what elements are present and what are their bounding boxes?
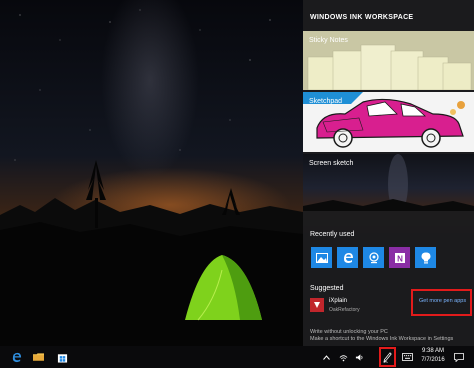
sketchpad-label: Sketchpad: [309, 98, 343, 105]
camera-icon[interactable]: [363, 247, 384, 268]
ink-settings-shortcut-text[interactable]: Make a shortcut to the Windows Ink Works…: [310, 336, 453, 342]
suggested-app-name[interactable]: iXplain: [329, 298, 347, 304]
suggested-label: Suggested: [310, 285, 344, 292]
clock-date[interactable]: 7/7/2016: [418, 357, 448, 363]
onenote-icon[interactable]: N: [389, 247, 410, 268]
panel-title: WINDOWS INK WORKSPACE: [310, 14, 414, 21]
sticky-notes-tile[interactable]: Sticky Notes: [303, 31, 474, 90]
clock-time[interactable]: 9:38 AM: [418, 348, 448, 354]
volume-icon[interactable]: [352, 346, 366, 368]
ink-workspace-panel: WINDOWS INK WORKSPACE Sticky Notes Sketc…: [303, 0, 474, 346]
ixplain-icon[interactable]: [310, 298, 324, 312]
sticky-notes-label: Sticky Notes: [309, 37, 348, 44]
sketchpad-tile[interactable]: Sketchpad: [303, 92, 474, 152]
edge-icon[interactable]: [337, 247, 358, 268]
file-explorer-icon[interactable]: [28, 346, 48, 368]
network-icon[interactable]: [336, 346, 350, 368]
photos-icon[interactable]: [311, 247, 332, 268]
screen-sketch-tile[interactable]: Screen sketch: [303, 154, 474, 211]
screen-sketch-label: Screen sketch: [309, 160, 354, 167]
svg-text:N: N: [397, 254, 403, 263]
recently-used-label: Recently used: [310, 231, 355, 238]
get-more-highlight-box: [411, 289, 472, 316]
action-center-icon[interactable]: [452, 346, 466, 368]
store-icon[interactable]: [52, 346, 72, 368]
taskbar: 9:38 AM 7/7/2016: [0, 346, 474, 368]
pen-icon-highlight-box: [379, 347, 396, 367]
suggested-app-publisher: OakRefactory: [329, 307, 360, 313]
tips-icon[interactable]: [415, 247, 436, 268]
write-without-unlocking-link[interactable]: Write without unlocking your PC: [310, 329, 388, 335]
chevron-up-icon[interactable]: [320, 346, 332, 368]
keyboard-icon[interactable]: [400, 346, 414, 368]
edge-icon[interactable]: [6, 346, 26, 368]
